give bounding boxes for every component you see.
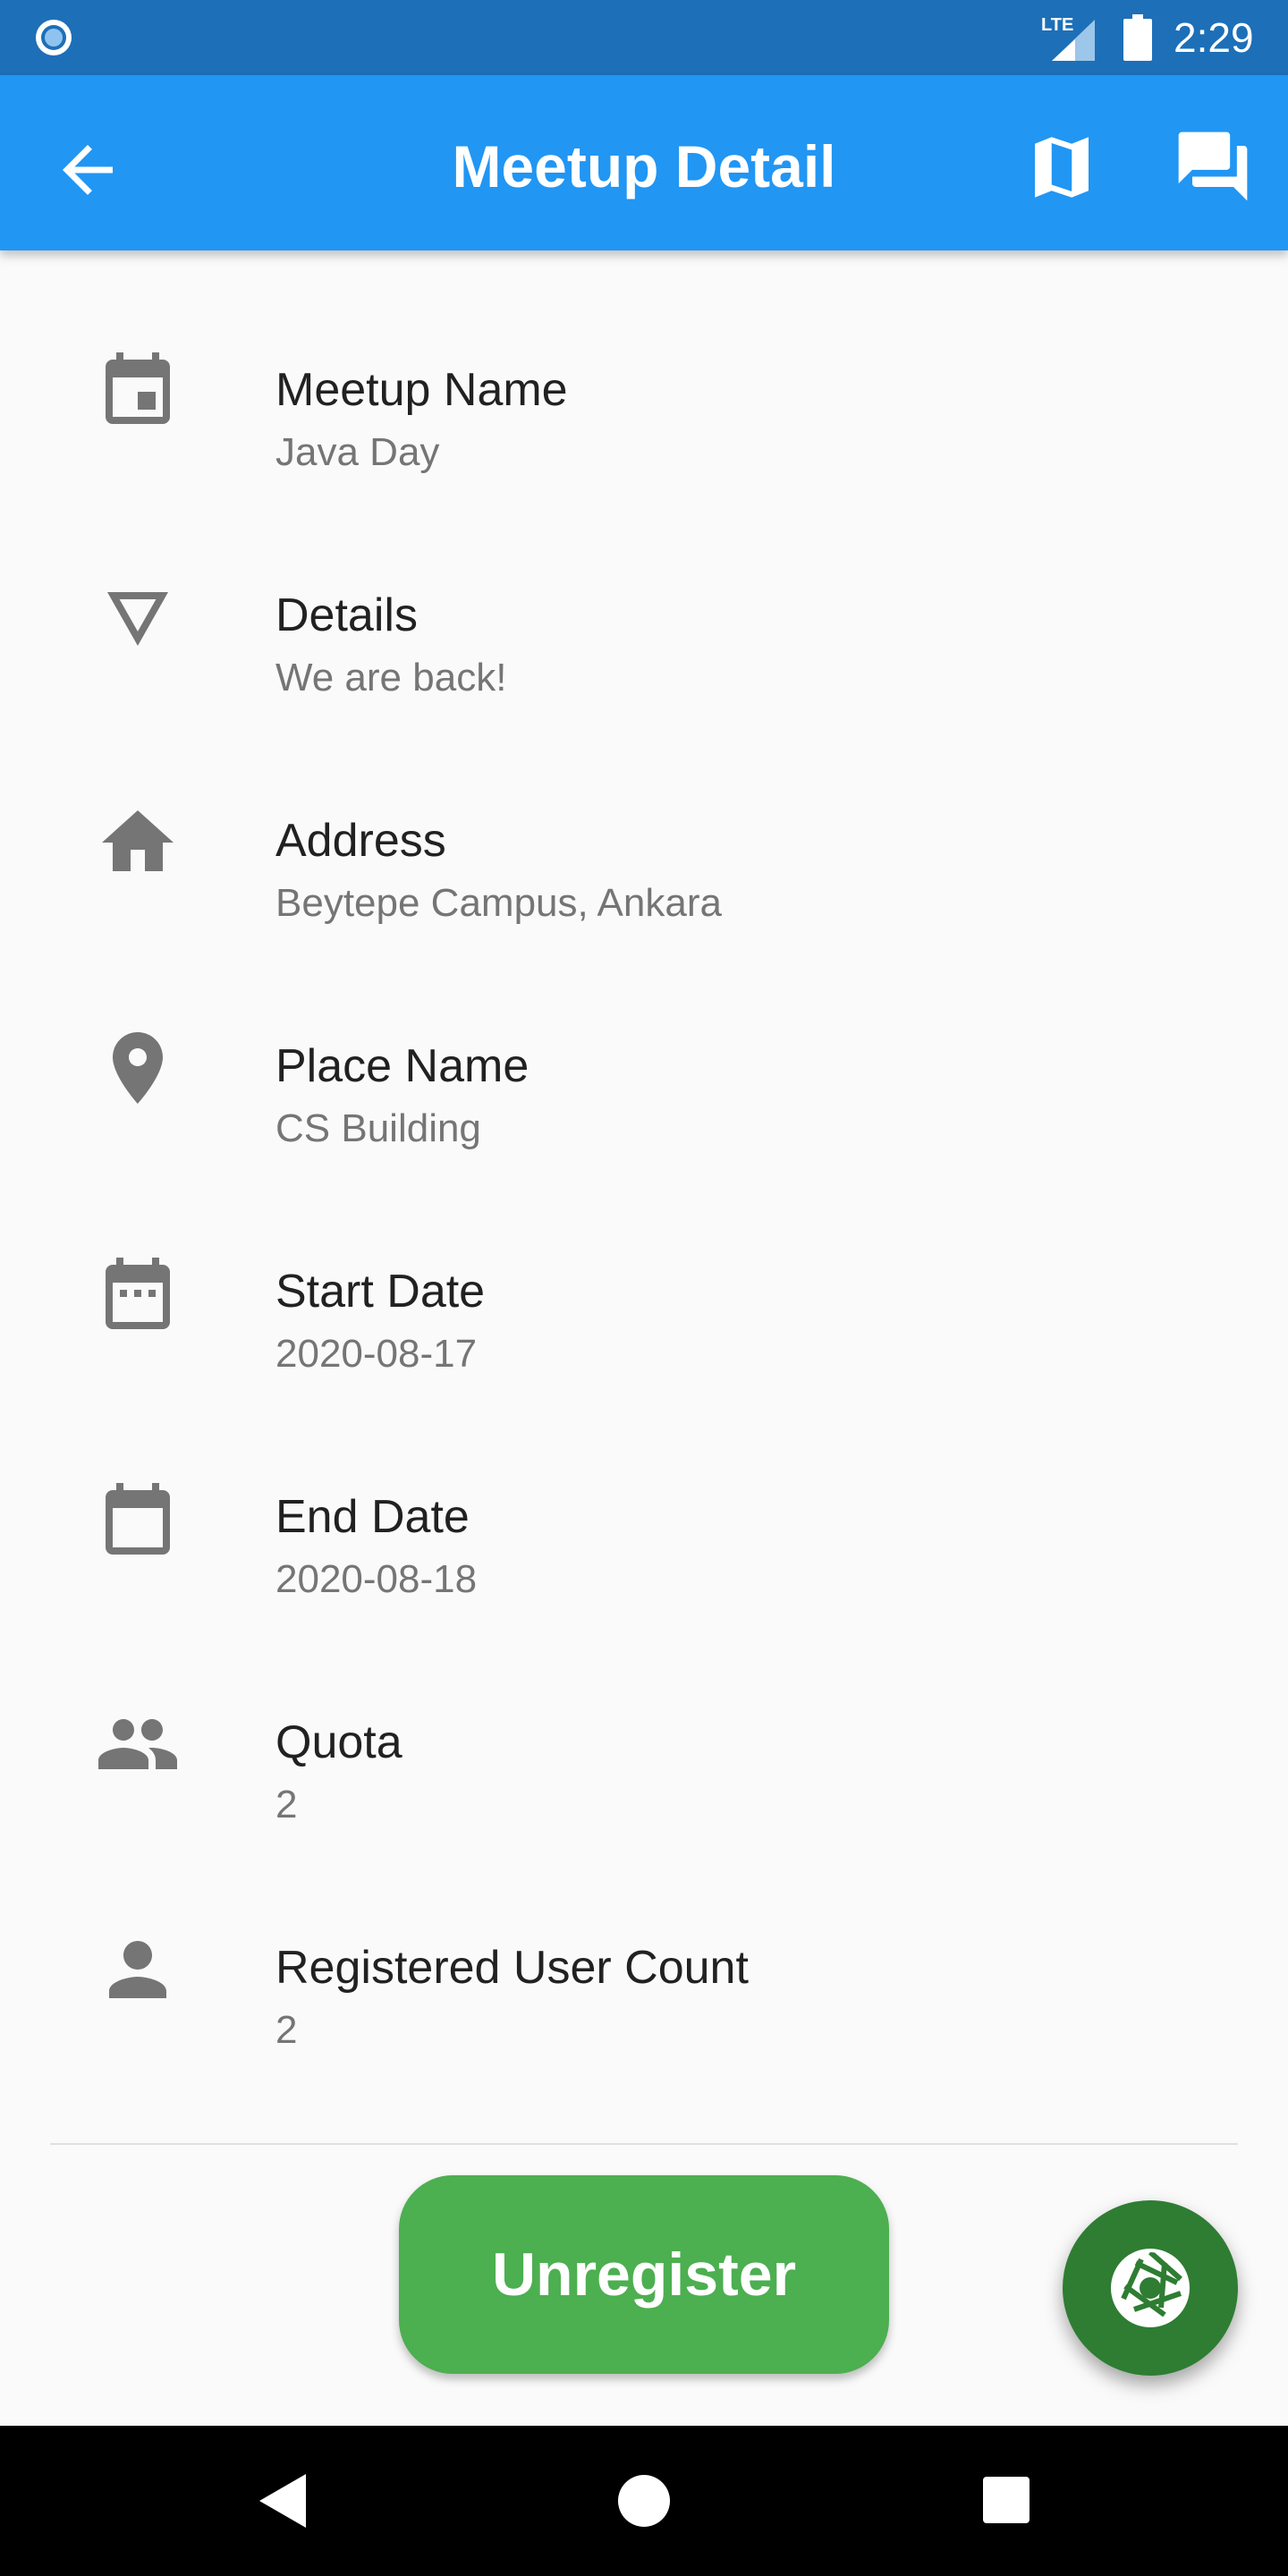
nav-home-icon[interactable] [617,2474,671,2528]
home-icon [102,810,174,871]
item-value: Beytepe Campus, Ankara [275,881,722,925]
lte-signal-icon: LTE [1041,15,1095,61]
item-title: Quota [275,1716,402,1768]
divider [50,2143,1238,2145]
item-value: 2020-08-18 [275,1557,478,1601]
location-pin-icon [113,1032,163,1104]
circle-notification-icon [36,20,72,55]
item-title: Address [275,815,446,867]
list-item: Details We are back! [0,476,1288,701]
camera-shutter-icon [1111,2249,1190,2327]
map-button[interactable] [1021,127,1102,208]
item-title: Place Name [275,1040,530,1092]
item-title: End Date [275,1491,470,1543]
app-bar: Meetup Detail [0,75,1288,250]
svg-text:LTE: LTE [1041,15,1073,35]
list-item: Meetup Name Java Day [0,250,1288,476]
item-title: Registered User Count [275,1942,749,1994]
event-icon [106,352,170,424]
battery-icon [1123,14,1152,61]
item-value: CS Building [275,1106,481,1150]
item-value: Java Day [275,430,440,474]
list-item: Start Date 2020-08-17 [0,1152,1288,1377]
item-value: We are back! [275,656,507,699]
chat-button[interactable] [1172,125,1254,208]
nav-recents-icon[interactable] [982,2476,1030,2524]
triangle-down-icon [107,592,168,646]
list-item: Quota 2 [0,1603,1288,1828]
item-value: 2020-08-17 [275,1332,478,1376]
status-bar: LTE 2:29 [0,0,1288,75]
unregister-button[interactable]: Unregister [399,2175,889,2374]
person-icon [109,1941,166,1998]
people-icon [98,1719,177,1769]
status-time: 2:29 [1174,14,1254,61]
camera-fab[interactable] [1063,2200,1238,2376]
map-icon [1035,137,1089,198]
date-range-icon [106,1258,170,1329]
nav-back-icon[interactable] [256,2472,313,2529]
forum-icon [1178,131,1248,201]
item-value: 2 [275,1783,298,1826]
list-item: Address Beytepe Campus, Ankara [0,701,1288,927]
list-item: Registered User Count 2 [0,1828,1288,2054]
navigation-bar [0,2426,1288,2576]
item-value: 2 [275,2008,298,2052]
list-item: Place Name CS Building [0,927,1288,1152]
list-item: End Date 2020-08-18 [0,1377,1288,1603]
item-title: Meetup Name [275,364,568,416]
calendar-blank-icon [106,1483,170,1555]
item-title: Details [275,589,418,641]
item-title: Start Date [275,1266,486,1318]
